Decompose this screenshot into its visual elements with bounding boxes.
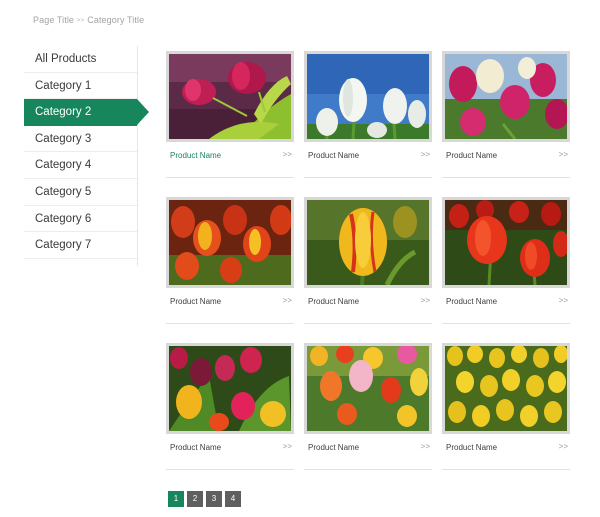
sidebar-item-category-6[interactable]: Category 6 — [24, 206, 137, 233]
divider — [304, 323, 432, 324]
sidebar-item-all-products[interactable]: All Products — [24, 46, 137, 73]
tulip-photo — [445, 346, 567, 431]
tulip-photo — [169, 54, 291, 139]
chevron-right-icon[interactable]: >> — [283, 442, 292, 451]
chevron-right-icon[interactable]: >> — [283, 150, 292, 159]
sidebar-item-category-4[interactable]: Category 4 — [24, 152, 137, 179]
page-button-2[interactable]: 2 — [187, 491, 203, 507]
sidebar-item-category-2[interactable]: Category 2 — [24, 99, 149, 126]
divider — [166, 323, 294, 324]
product-image-mixed-tulips[interactable] — [166, 343, 294, 434]
sidebar-item-category-3[interactable]: Category 3 — [24, 126, 137, 153]
page-button-1[interactable]: 1 — [168, 491, 184, 507]
product-image-white-tulips[interactable] — [304, 51, 432, 142]
product-name[interactable]: Product Name — [170, 151, 221, 160]
divider — [166, 177, 294, 178]
breadcrumb: Page Title >> Category Title — [33, 15, 144, 25]
page-button-3[interactable]: 3 — [206, 491, 222, 507]
chevron-right-icon[interactable]: >> — [421, 150, 430, 159]
chevron-right-icon[interactable]: >> — [283, 296, 292, 305]
divider — [304, 469, 432, 470]
category-sidebar: All Products Category 1 Category 2 Categ… — [24, 46, 149, 266]
chevron-right-icon[interactable]: >> — [559, 442, 568, 451]
sidebar-item-category-7[interactable]: Category 7 — [24, 232, 137, 259]
divider — [442, 177, 570, 178]
product-name[interactable]: Product Name — [170, 443, 221, 452]
product-image-pink-white-tulips[interactable] — [442, 51, 570, 142]
sidebar-item-category-5[interactable]: Category 5 — [24, 179, 137, 206]
chevron-right-icon[interactable]: >> — [559, 150, 568, 159]
product-card[interactable]: Product Name >> — [442, 51, 570, 178]
divider — [442, 323, 570, 324]
tulip-photo — [169, 200, 291, 285]
product-name[interactable]: Product Name — [308, 151, 359, 160]
breadcrumb-category-title: Category Title — [87, 15, 145, 25]
tulip-photo — [307, 346, 429, 431]
product-card[interactable]: Product Name >> — [304, 51, 432, 178]
divider — [166, 469, 294, 470]
chevron-right-icon[interactable]: >> — [421, 296, 430, 305]
chevron-right-icon[interactable]: >> — [421, 442, 430, 451]
product-name[interactable]: Product Name — [170, 297, 221, 306]
tulip-photo — [169, 346, 291, 431]
tulip-photo — [445, 200, 567, 285]
product-card[interactable]: Product Name >> — [166, 51, 294, 178]
product-image-yellow-tulips[interactable] — [442, 343, 570, 434]
divider — [442, 469, 570, 470]
product-image-red-tulips[interactable] — [442, 197, 570, 288]
product-name[interactable]: Product Name — [446, 443, 497, 452]
tulip-photo — [307, 54, 429, 139]
product-image-red-yellow-tulips[interactable] — [166, 197, 294, 288]
product-card[interactable]: Product Name >> — [304, 197, 432, 324]
product-image-pink-tulips[interactable] — [166, 51, 294, 142]
pagination: 1 2 3 4 — [168, 491, 241, 507]
product-image-colorful-tulips[interactable] — [304, 343, 432, 434]
product-name[interactable]: Product Name — [446, 297, 497, 306]
divider — [304, 177, 432, 178]
page-button-4[interactable]: 4 — [225, 491, 241, 507]
breadcrumb-separator: >> — [77, 18, 85, 24]
product-card[interactable]: Product Name >> — [442, 197, 570, 324]
tulip-photo — [307, 200, 429, 285]
sidebar-item-category-1[interactable]: Category 1 — [24, 73, 137, 100]
product-card[interactable]: Product Name >> — [166, 343, 294, 470]
product-name[interactable]: Product Name — [308, 297, 359, 306]
breadcrumb-page-title[interactable]: Page Title — [33, 15, 74, 25]
product-card[interactable]: Product Name >> — [442, 343, 570, 470]
tulip-photo — [445, 54, 567, 139]
product-name[interactable]: Product Name — [308, 443, 359, 452]
product-card[interactable]: Product Name >> — [166, 197, 294, 324]
product-card[interactable]: Product Name >> — [304, 343, 432, 470]
product-name[interactable]: Product Name — [446, 151, 497, 160]
chevron-right-icon[interactable]: >> — [559, 296, 568, 305]
product-image-yellow-tulip[interactable] — [304, 197, 432, 288]
